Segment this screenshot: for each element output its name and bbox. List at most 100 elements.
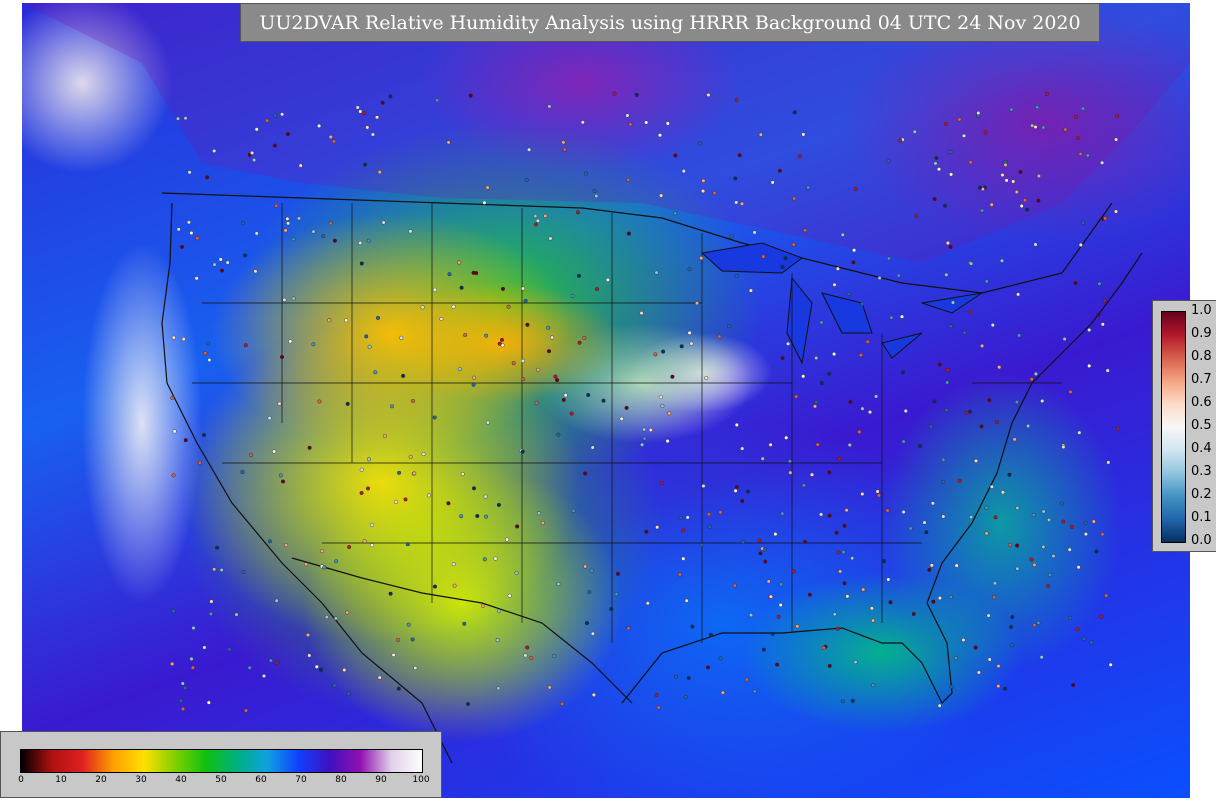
obs-tick-label: 0.4 [1191, 441, 1212, 456]
observation-dot [1046, 584, 1051, 589]
observation-dot [212, 262, 217, 267]
observation-dot [1068, 389, 1073, 394]
observation-dot [332, 139, 337, 144]
observation-dot [852, 248, 857, 253]
observation-dot [699, 256, 704, 261]
observation-dot [381, 220, 386, 225]
observation-dot [1067, 547, 1072, 552]
observation-dot [996, 684, 1001, 689]
observation-dot [317, 399, 322, 404]
observation-dot [307, 653, 312, 658]
observation-dot [900, 370, 905, 375]
observation-dot [227, 647, 232, 652]
observation-dot [1033, 371, 1038, 376]
observation-dot [720, 690, 725, 695]
observation-dot [827, 470, 832, 475]
observation-dot [366, 457, 371, 462]
observation-dot [795, 624, 800, 629]
observation-dot [202, 645, 207, 650]
observation-dot [801, 132, 806, 137]
observation-dot [589, 568, 594, 573]
observation-dot [377, 675, 382, 680]
observation-dot [984, 531, 989, 536]
observation-dot [803, 539, 808, 544]
obs-colorbar-legend: 1.0 0.9 0.8 0.7 0.6 0.5 0.4 0.3 0.2 0.1 … [1152, 300, 1216, 552]
observation-dot [234, 612, 239, 617]
observation-dot [1100, 532, 1105, 537]
observation-dot [768, 442, 773, 447]
observation-dot [466, 702, 471, 707]
observation-dot [377, 170, 382, 175]
observation-dot [307, 445, 312, 450]
observation-dot [612, 91, 617, 96]
observation-dot [411, 398, 416, 403]
observation-dot [775, 662, 780, 667]
observation-dot [556, 582, 561, 587]
observation-dot [472, 486, 477, 491]
observation-dot [311, 229, 316, 234]
observation-dot [208, 611, 213, 616]
observation-dot [1030, 123, 1035, 128]
observation-dot [614, 592, 619, 597]
observation-dot [717, 334, 722, 339]
rh-tick-label: 0 [18, 775, 24, 785]
observation-dot [908, 526, 913, 531]
obs-tick-label: 0.5 [1191, 418, 1212, 433]
observation-dot [776, 614, 781, 619]
observation-dot [1078, 242, 1083, 247]
observation-dot [832, 612, 837, 617]
observation-dot [306, 633, 311, 638]
observation-dot [1115, 114, 1120, 119]
observation-dot [212, 148, 217, 153]
observation-dot [553, 374, 558, 379]
observation-dot [1044, 91, 1049, 96]
observation-dot [868, 410, 873, 415]
observation-dot [1035, 105, 1040, 110]
rh-tick-label: 20 [95, 775, 107, 785]
observation-dot [527, 147, 532, 152]
observation-dot [858, 353, 863, 358]
observation-dot [948, 324, 953, 329]
observation-dot [524, 178, 529, 183]
observation-dot [941, 479, 946, 484]
observation-dot [546, 325, 551, 330]
observation-dot [345, 401, 350, 406]
observation-dot [281, 479, 286, 484]
observation-dot [974, 458, 979, 463]
observation-dot [497, 341, 502, 346]
observation-dot [362, 539, 367, 544]
observation-dot [1076, 565, 1081, 570]
observation-dot [243, 708, 248, 713]
observation-dot [758, 132, 763, 137]
observation-dot [396, 637, 401, 642]
observation-dot [1000, 258, 1005, 263]
observation-dot [1015, 543, 1020, 548]
observation-dot [253, 269, 258, 274]
observation-dot [493, 556, 498, 561]
observation-dot [996, 664, 1001, 669]
observation-dot [993, 515, 998, 520]
observation-dot [552, 654, 557, 659]
observation-dot [658, 395, 663, 400]
observation-dot [679, 344, 684, 349]
observation-dot [681, 169, 686, 174]
rh-tick-label: 10 [55, 775, 67, 785]
observation-dot [914, 213, 919, 218]
observation-dot [496, 686, 501, 691]
observation-dot [1014, 400, 1019, 405]
observation-dot [957, 478, 962, 483]
observation-dot [934, 155, 939, 160]
observation-dot [370, 522, 375, 527]
observation-dot [779, 582, 784, 587]
observation-dot [984, 279, 989, 284]
observation-dot [298, 163, 303, 168]
observation-dot [484, 514, 489, 519]
observation-dot [1063, 127, 1068, 132]
observation-dot [432, 287, 437, 292]
observation-dot [1003, 162, 1008, 167]
observation-dot [254, 231, 259, 236]
observation-dot [929, 563, 934, 568]
observation-dot [989, 202, 994, 207]
great-lakes [700, 242, 983, 365]
observation-dot [819, 381, 824, 386]
